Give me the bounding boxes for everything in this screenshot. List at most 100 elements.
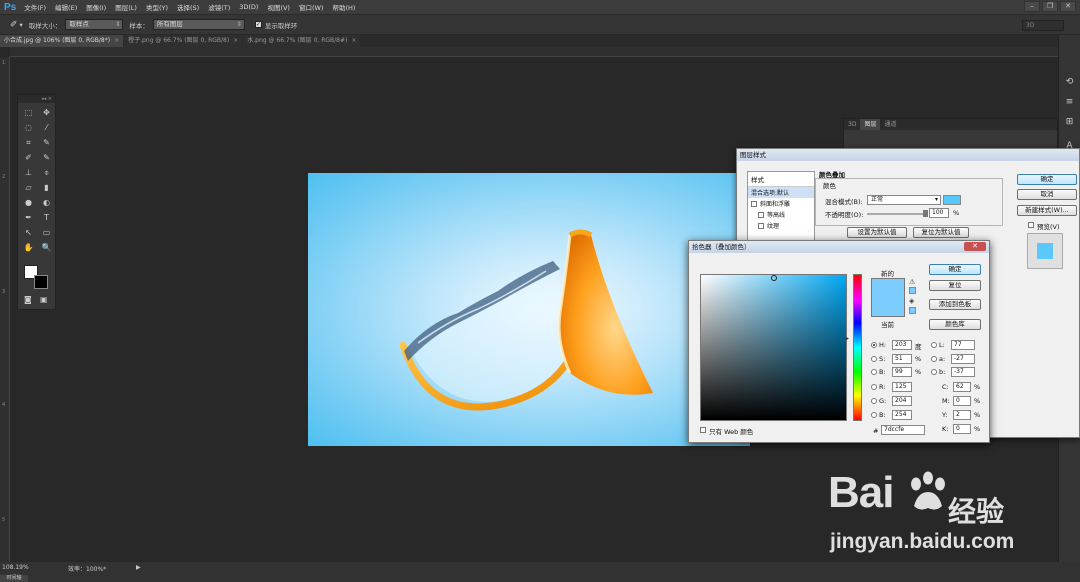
reset-button[interactable]: 复位 bbox=[929, 280, 981, 291]
lab-b-input[interactable]: -37 bbox=[951, 367, 975, 377]
gradient-tool-icon[interactable]: ▮ bbox=[38, 181, 55, 194]
style-texture[interactable]: 纹理 bbox=[748, 220, 814, 231]
ok-button[interactable]: 确定 bbox=[1017, 174, 1077, 185]
menu-layer[interactable]: 图层(L) bbox=[115, 2, 137, 12]
quick-mask-icon[interactable]: ◙ bbox=[24, 295, 32, 304]
hand-tool-icon[interactable]: ✋ bbox=[20, 241, 37, 254]
h-input[interactable]: 203 bbox=[892, 340, 912, 350]
clone-stamp-tool-icon[interactable]: ⊥ bbox=[20, 166, 37, 179]
hex-input[interactable]: 7dccfe bbox=[881, 425, 925, 435]
properties-icon[interactable]: ⊞ bbox=[1063, 115, 1077, 129]
screen-mode-icon[interactable]: ▣ bbox=[40, 295, 48, 304]
checkbox[interactable] bbox=[758, 211, 764, 218]
hue-slider-arrow-icon[interactable]: ▸ bbox=[846, 335, 849, 342]
tab-3d[interactable]: 3D bbox=[844, 119, 860, 130]
tab-layers[interactable]: 图层 bbox=[860, 119, 881, 130]
r-input[interactable]: 125 bbox=[892, 382, 912, 392]
cancel-button[interactable]: 取消 bbox=[1017, 189, 1077, 200]
document-canvas[interactable] bbox=[308, 173, 750, 446]
s-radio[interactable] bbox=[871, 356, 877, 362]
status-menu-arrow-icon[interactable]: ▶ bbox=[136, 564, 141, 571]
color-field[interactable] bbox=[700, 274, 847, 421]
preview-checkbox[interactable] bbox=[1028, 222, 1034, 228]
blend-mode-select[interactable]: 正常 ▾ bbox=[867, 195, 941, 205]
tab-document-2[interactable]: 橙子.png @ 66.7% (图层 0, RGB/8) × bbox=[124, 35, 243, 47]
menu-edit[interactable]: 编辑(E) bbox=[55, 2, 77, 12]
tool-preset-arrow-icon[interactable]: ▾ bbox=[20, 21, 23, 29]
close-icon[interactable]: × bbox=[351, 37, 356, 44]
h-radio[interactable] bbox=[871, 342, 877, 348]
blue-input[interactable]: 254 bbox=[892, 410, 912, 420]
menu-type[interactable]: 类型(Y) bbox=[146, 2, 168, 12]
tab-document-3[interactable]: 水.png @ 66.7% (图层 0, RGB/8#) × bbox=[243, 35, 361, 47]
s-input[interactable]: 51 bbox=[892, 354, 912, 364]
g-input[interactable]: 204 bbox=[892, 396, 912, 406]
menu-window[interactable]: 窗口(W) bbox=[299, 2, 324, 12]
add-to-swatches-button[interactable]: 添加到色板 bbox=[929, 299, 981, 310]
menu-image[interactable]: 图像(I) bbox=[86, 2, 106, 12]
crop-tool-icon[interactable]: ⌗ bbox=[20, 136, 37, 149]
sample-size-select[interactable]: 取样点 bbox=[65, 19, 124, 30]
tab-channels[interactable]: 通道 bbox=[880, 119, 900, 130]
style-blending-options[interactable]: 混合选项:默认 bbox=[748, 187, 814, 198]
timeline-tab[interactable]: 时间轴 bbox=[0, 575, 28, 582]
l-radio[interactable] bbox=[931, 342, 937, 348]
a-input[interactable]: -27 bbox=[951, 354, 975, 364]
ok-button[interactable]: 确定 bbox=[929, 264, 981, 275]
show-ring-checkbox[interactable]: ✓ bbox=[254, 21, 262, 28]
opacity-input[interactable]: 100 bbox=[929, 208, 949, 218]
web-only-checkbox[interactable] bbox=[700, 427, 706, 433]
out-of-gamut-warning-icon[interactable]: ⚠ bbox=[909, 278, 915, 286]
web-safe-swatch[interactable] bbox=[909, 307, 916, 314]
menu-filter[interactable]: 滤镜(T) bbox=[208, 2, 230, 12]
workspace-select[interactable]: 3D bbox=[1022, 20, 1064, 31]
r-radio[interactable] bbox=[871, 384, 877, 390]
dodge-tool-icon[interactable]: ◐ bbox=[38, 196, 55, 209]
eyedropper-icon[interactable]: ✐ bbox=[10, 20, 18, 30]
tab-document-1[interactable]: 小合成.jpg @ 106% (图层 0, RGB/8*) × bbox=[0, 35, 124, 47]
opacity-slider-handle[interactable] bbox=[923, 210, 928, 217]
a-radio[interactable] bbox=[931, 356, 937, 362]
lab-b-radio[interactable] bbox=[931, 369, 937, 375]
current-color-swatch[interactable] bbox=[871, 298, 905, 317]
opacity-slider[interactable] bbox=[867, 213, 927, 215]
zoom-tool-icon[interactable]: 🔍 bbox=[38, 241, 55, 254]
overlay-color-swatch[interactable] bbox=[943, 195, 961, 205]
c-input[interactable]: 62 bbox=[953, 382, 971, 392]
pen-tool-icon[interactable]: ✒ bbox=[20, 211, 37, 224]
style-bevel-emboss[interactable]: 斜面和浮雕 bbox=[748, 198, 814, 209]
b-input[interactable]: 99 bbox=[892, 367, 912, 377]
quick-select-tool-icon[interactable]: ⁄ bbox=[38, 121, 55, 134]
close-icon[interactable]: × bbox=[114, 37, 119, 44]
close-button[interactable]: ✕ bbox=[1060, 1, 1076, 12]
menu-select[interactable]: 选择(S) bbox=[177, 2, 199, 12]
blue-radio[interactable] bbox=[871, 412, 877, 418]
g-radio[interactable] bbox=[871, 398, 877, 404]
checkbox[interactable] bbox=[751, 200, 757, 207]
minimize-button[interactable]: – bbox=[1024, 1, 1040, 12]
toolbox-header[interactable]: ◂◂ × bbox=[18, 95, 55, 103]
menu-help[interactable]: 帮助(H) bbox=[332, 2, 355, 12]
eyedropper-tool-icon[interactable]: ✎ bbox=[38, 136, 55, 149]
style-contour[interactable]: 等高线 bbox=[748, 209, 814, 220]
menu-view[interactable]: 视图(V) bbox=[267, 2, 290, 12]
blur-tool-icon[interactable]: ● bbox=[20, 196, 37, 209]
healing-brush-tool-icon[interactable]: ✐ bbox=[20, 151, 37, 164]
hue-slider[interactable] bbox=[853, 274, 862, 421]
gamut-swatch[interactable] bbox=[909, 287, 916, 294]
b-radio[interactable] bbox=[871, 369, 877, 375]
close-icon[interactable]: ✕ bbox=[964, 242, 986, 251]
y-input[interactable]: 2 bbox=[953, 410, 971, 420]
background-color-swatch[interactable] bbox=[34, 275, 48, 289]
brush-tool-icon[interactable]: ✎ bbox=[38, 151, 55, 164]
zoom-level[interactable]: 108.19% bbox=[2, 564, 29, 571]
new-style-button[interactable]: 新建样式(W)... bbox=[1017, 205, 1077, 216]
color-libraries-button[interactable]: 颜色库 bbox=[929, 319, 981, 330]
close-icon[interactable]: × bbox=[233, 37, 238, 44]
menu-3d[interactable]: 3D(D) bbox=[239, 3, 258, 11]
sample-select[interactable]: 所有图层 bbox=[152, 19, 245, 30]
set-default-button[interactable]: 设置为默认值 bbox=[847, 227, 907, 238]
shape-tool-icon[interactable]: ▭ bbox=[38, 226, 55, 239]
move-tool-icon[interactable]: ✥ bbox=[38, 106, 55, 119]
reset-default-button[interactable]: 复位为默认值 bbox=[913, 227, 969, 238]
